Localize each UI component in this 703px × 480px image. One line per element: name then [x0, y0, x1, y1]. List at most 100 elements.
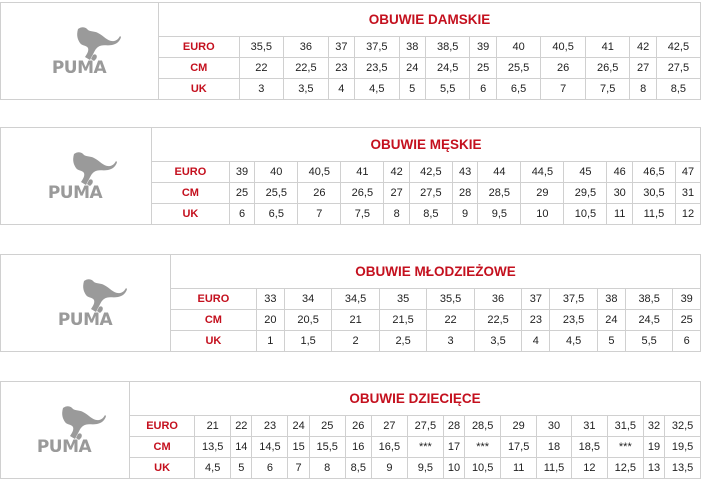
size-cell: 9,5 [406, 456, 444, 478]
row-label: CM [130, 435, 196, 458]
size-cell: 42 [629, 36, 657, 58]
size-cell: 1,5 [283, 329, 333, 351]
size-cell: 24 [398, 56, 426, 79]
size-cell: 43 [451, 161, 479, 183]
size-cell: 16,5 [370, 435, 408, 458]
row-label: UK [171, 329, 257, 351]
size-cell: 8 [629, 77, 657, 99]
size-cell: 6,5 [495, 77, 542, 99]
size-table-men: OBUWIE MĘSKIE EURO 39 40 40,5 41 42 42,5 43 44 44… [0, 127, 701, 225]
size-cell: 11 [606, 202, 633, 224]
size-cell: 38,5 [624, 288, 674, 310]
size-cell: 42,5 [655, 36, 700, 58]
size-cell: 10 [442, 456, 466, 478]
size-cell: 10 [520, 202, 565, 224]
size-cell: 25,5 [254, 181, 299, 204]
size-cell: 37 [521, 288, 551, 310]
size-cell: 35,5 [238, 36, 285, 58]
size-cell: 42,5 [408, 161, 453, 183]
size-cell: *** [606, 435, 644, 458]
puma-logo [34, 151, 118, 201]
size-cell: 17 [442, 435, 466, 458]
size-row-euro: EURO 21 22 23 24 25 26 27 27,5 28 28,5 29 30 31 31,5 32… [130, 415, 700, 437]
size-cell: 30 [536, 415, 572, 437]
size-cell: 23 [327, 56, 356, 79]
size-cell: 6,5 [254, 202, 299, 224]
size-cell: 45 [563, 161, 608, 183]
size-cell: 23 [521, 308, 551, 331]
size-cell: 32,5 [664, 415, 700, 437]
size-cell: 12,5 [606, 456, 644, 478]
size-cell: 19,5 [664, 435, 700, 458]
size-cell: 7 [287, 456, 310, 478]
size-cell: 40 [495, 36, 542, 58]
size-cell: 12 [674, 202, 700, 224]
size-cell: 7 [297, 202, 342, 224]
logo-cell [1, 382, 130, 478]
size-cell: 2 [331, 329, 380, 351]
size-cell: *** [464, 435, 502, 458]
size-cell: 46,5 [631, 161, 676, 183]
row-label: EURO [130, 415, 196, 437]
size-cell: 15,5 [308, 435, 346, 458]
size-cell: 26 [344, 415, 372, 437]
size-cell: 14,5 [251, 435, 289, 458]
row-label: EURO [159, 36, 240, 58]
table-title: OBUWIE DZIECIĘCE [130, 382, 700, 416]
logo-cell [1, 3, 159, 99]
row-label: UK [152, 202, 230, 224]
size-cell: 44 [477, 161, 522, 183]
row-label: EURO [152, 161, 230, 183]
size-cell: 32 [642, 415, 666, 437]
size-cell: 5 [398, 77, 426, 99]
size-table: EURO 35,5 36 37 37,5 38 38,5 39 40 40,5 41 42 42,5 CM… [159, 36, 700, 99]
size-cell: 14 [230, 435, 253, 458]
size-cell: 7,5 [584, 77, 631, 99]
size-row-euro: EURO 39 40 40,5 41 42 42,5 43 44 44,5 45 46 46,5 47 [152, 161, 700, 183]
size-cell: 24,5 [424, 56, 471, 79]
size-row-uk: UK 6 6,5 7 7,5 8 8,5 9 9,5 10 10,5 11 11,5 12 [152, 202, 700, 224]
size-cell: 8,5 [408, 202, 453, 224]
size-cell: 26,5 [340, 181, 385, 204]
size-cell: 6 [251, 456, 289, 478]
logo-cell [1, 128, 152, 224]
table-title: OBUWIE DAMSKIE [159, 3, 700, 37]
size-cell: 9 [451, 202, 479, 224]
size-cell: 28 [442, 415, 466, 437]
size-cell: 25 [672, 308, 700, 331]
size-cell: 27 [629, 56, 657, 79]
size-cell: 27,5 [655, 56, 700, 79]
size-cell: 22 [426, 308, 475, 331]
size-row-cm: CM 13,5 14 14,5 15 15,5 16 16,5 *** 17 *** 17,5 18 18… [130, 435, 700, 458]
size-cell: 22,5 [283, 56, 329, 79]
size-cell: 9 [370, 456, 408, 478]
size-cell: 28,5 [477, 181, 522, 204]
size-cell: 13 [642, 456, 666, 478]
size-cell: 31 [570, 415, 608, 437]
size-cell: 44,5 [520, 161, 565, 183]
size-cell: 25,5 [495, 56, 542, 79]
size-cell: 33 [255, 288, 285, 310]
size-table: EURO 33 34 34,5 35 35,5 36 37 37,5 38 38,5 39 CM 20 20… [171, 288, 700, 351]
size-row-cm: CM 22 22,5 23 23,5 24 24,5 25 25,5 26 26,5 27 27,5 [159, 56, 700, 79]
size-cell: 40,5 [540, 36, 586, 58]
table-title: OBUWIE MĘSKIE [152, 128, 700, 162]
size-cell: 47 [674, 161, 700, 183]
size-cell: 29 [500, 415, 538, 437]
size-cell: 11,5 [631, 202, 676, 224]
size-cell: 29,5 [563, 181, 608, 204]
size-cell: 24 [596, 308, 626, 331]
size-table-women: OBUWIE DAMSKIE EURO 35,5 36 37 37,5 38 38,5 39 4… [0, 2, 701, 100]
size-cell: 36 [283, 36, 329, 58]
size-cell: 6 [672, 329, 700, 351]
puma-logo [38, 26, 122, 76]
size-cell: 27,5 [406, 415, 444, 437]
size-cell: 23 [251, 415, 289, 437]
size-cell: 40 [254, 161, 299, 183]
size-cell: 37 [327, 36, 356, 58]
row-label: CM [152, 181, 230, 204]
size-cell: *** [406, 435, 444, 458]
size-cell: 3 [238, 77, 285, 99]
size-cell: 10,5 [563, 202, 608, 224]
size-cell: 21 [194, 415, 232, 437]
